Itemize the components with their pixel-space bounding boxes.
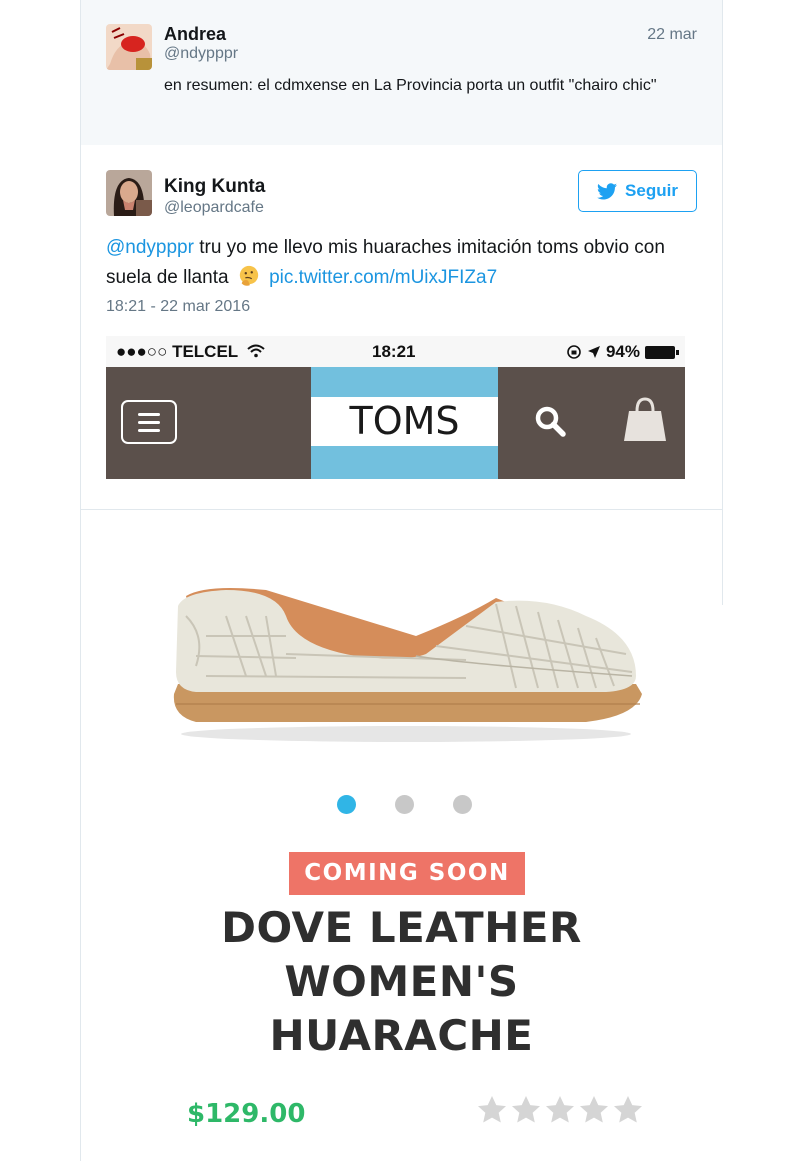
shopping-bag-icon[interactable] (622, 395, 668, 443)
author-name[interactable]: Andrea (164, 24, 226, 45)
star-icon[interactable] (510, 1094, 542, 1126)
star-icon[interactable] (612, 1094, 644, 1126)
author-name[interactable]: King Kunta (164, 176, 265, 198)
wifi-icon (246, 344, 265, 358)
author-handle[interactable]: @ndypppr (164, 45, 238, 63)
product-title-line-3: HUARACHE (269, 1011, 534, 1060)
toms-nav-bar: TOMS (106, 367, 685, 479)
hamburger-menu-icon[interactable] (121, 400, 177, 444)
rating-stars[interactable] (476, 1094, 644, 1126)
product-image-huarache-shoe[interactable] (166, 576, 646, 746)
tweet-timestamp[interactable]: 18:21 - 22 mar 2016 (106, 298, 250, 316)
battery-icon (645, 345, 679, 359)
toms-logo[interactable]: TOMS (311, 367, 498, 479)
star-icon[interactable] (476, 1094, 508, 1126)
author-handle[interactable]: @leopardcafe (164, 199, 264, 217)
frame-border-right (722, 0, 723, 605)
carousel-dot-1[interactable] (337, 795, 356, 814)
product-title-line-2: WOMEN'S (284, 957, 519, 1006)
coming-soon-badge: COMING SOON (289, 852, 525, 895)
tweet-text: en resumen: el cdmxense en La Provincia … (164, 77, 657, 94)
battery-percent: 94% (605, 342, 640, 361)
mention-link[interactable]: @ndypppr (106, 237, 194, 258)
star-icon[interactable] (544, 1094, 576, 1126)
follow-label: Seguir (625, 181, 678, 200)
avatar-image (106, 170, 152, 216)
carousel-dot-3[interactable] (453, 795, 472, 814)
tweet-text: @ndypppr tru yo me llevo mis huaraches i… (106, 233, 701, 293)
main-tweet: King Kunta @leopardcafe Seguir @ndypppr … (81, 145, 722, 510)
product-title-line-1: DOVE LEATHER (221, 903, 582, 952)
carousel-dots (337, 795, 472, 814)
search-icon[interactable] (534, 405, 568, 439)
avatar[interactable] (106, 24, 152, 70)
follow-button[interactable]: Seguir (578, 170, 697, 212)
product-title: DOVE LEATHER WOMEN'S HUARACHE (81, 901, 722, 1063)
avatar-image (106, 24, 152, 70)
parent-tweet[interactable]: Andrea @ndypppr 22 mar en resumen: el cd… (81, 0, 722, 145)
product-price: $129.00 (187, 1099, 306, 1129)
rotation-lock-icon (567, 345, 581, 359)
twitter-bird-icon (597, 182, 618, 199)
thinking-face-emoji (239, 265, 258, 286)
embedded-screenshot[interactable]: ●●●○○ TELCEL 18:21 94% TOMS (106, 336, 685, 479)
phone-clock: 18:21 (372, 342, 416, 361)
product-card: COMING SOON DOVE LEATHER WOMEN'S HUARACH… (81, 511, 722, 1161)
carrier-label: ●●●○○ TELCEL (116, 342, 238, 361)
carousel-dot-2[interactable] (395, 795, 414, 814)
pic-link[interactable]: pic.twitter.com/mUixJFIZa7 (269, 267, 497, 288)
tweet-date[interactable]: 22 mar (647, 26, 697, 44)
phone-status-bar: ●●●○○ TELCEL 18:21 94% (106, 336, 685, 367)
star-icon[interactable] (578, 1094, 610, 1126)
status-right: 94% (566, 342, 679, 362)
avatar[interactable] (106, 170, 152, 216)
toms-logo-text: TOMS (349, 399, 460, 443)
carrier-signal: ●●●○○ TELCEL (116, 342, 265, 362)
location-arrow-icon (587, 346, 600, 358)
